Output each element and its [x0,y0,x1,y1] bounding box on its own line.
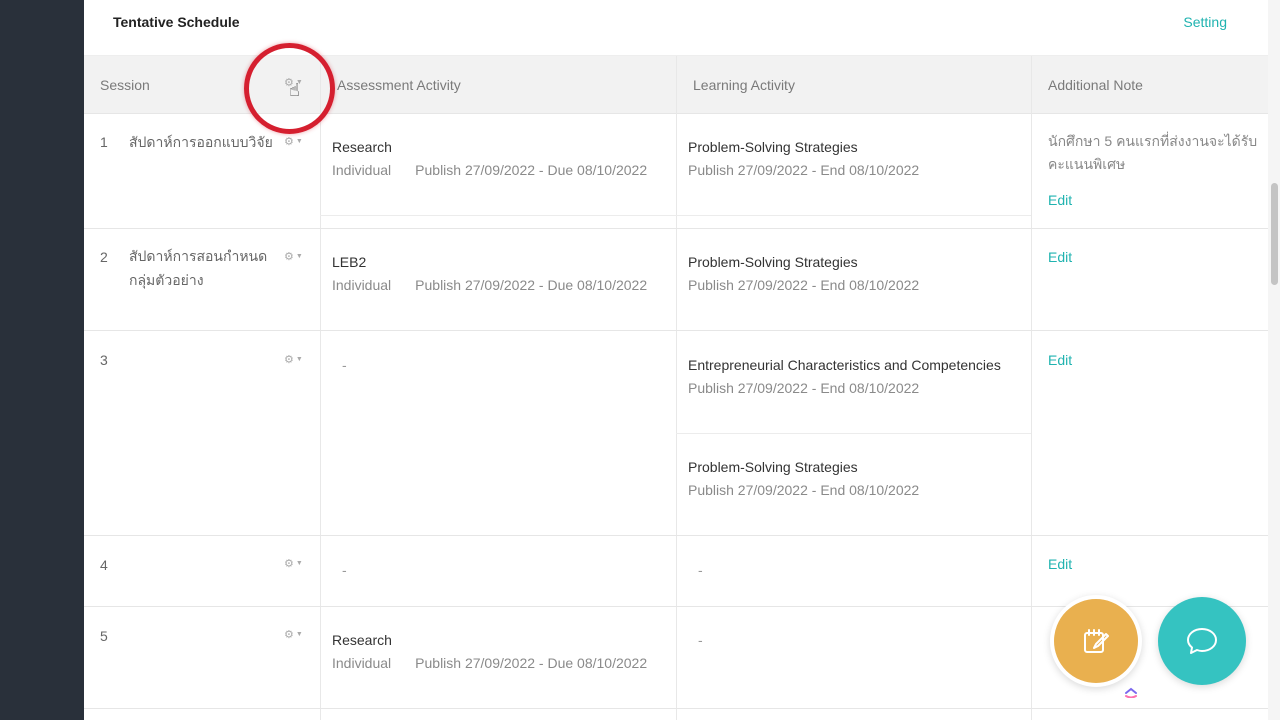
cell-divider [676,433,1031,434]
column-divider [320,56,321,720]
assessment-title[interactable]: Research [332,139,392,155]
assessment-type: Individual [332,655,392,671]
learning-title[interactable]: Problem-Solving Strategies [688,254,858,270]
learning-dates: Publish 27/09/2022 - End 08/10/2022 [688,277,920,293]
chevron-down-icon: ▼ [295,560,303,567]
assessment-type: Individual [332,277,392,293]
assessment-type: Individual [332,162,392,178]
assessment-empty: - [342,357,347,373]
gear-icon: ⚙ [284,251,294,263]
assessment-meta: Individual Publish 27/09/2022 - Due 08/10… [332,655,647,671]
learning-empty: - [698,562,703,578]
gear-icon: ⚙ [284,629,294,641]
session-number: 4 [100,557,108,573]
column-header-note: Additional Note [1048,77,1143,93]
assessment-meta: Individual Publish 27/09/2022 - Due 08/10… [332,162,647,178]
assessment-empty: - [342,562,347,578]
column-divider [676,56,677,720]
learning-title[interactable]: Problem-Solving Strategies [688,459,858,475]
chevron-down-icon: ▼ [295,356,303,363]
pencil-note-icon [1084,629,1109,653]
assessment-meta: Individual Publish 27/09/2022 - Due 08/10… [332,277,647,293]
assessment-title[interactable]: Research [332,632,392,648]
learning-dates: Publish 27/09/2022 - End 08/10/2022 [688,482,920,498]
edit-note-link[interactable]: Edit [1048,249,1072,265]
assessment-dates: Publish 27/09/2022 - Due 08/10/2022 [415,162,648,178]
chat-bubble-icon [1187,628,1217,654]
row-divider [84,228,1268,229]
gear-icon: ⚙ [284,136,294,148]
chat-button[interactable] [1158,597,1246,685]
scrollbar-track[interactable] [1268,0,1280,720]
column-header-assessment: Assessment Activity [337,77,461,93]
hand-cursor-icon: ☝ [289,80,300,100]
chevron-down-icon: ▼ [295,631,303,638]
additional-note: นักศึกษา 5 คนแรกที่ส่งงานจะได้รับคะแนนพิ… [1048,133,1258,172]
session-name: สัปดาห์การสอนกำหนดกลุ่มตัวอย่าง [129,248,268,288]
session-name: สัปดาห์การออกแบบวิจัย [129,134,273,150]
learning-dates: Publish 27/09/2022 - End 08/10/2022 [688,380,920,396]
session-number: 3 [100,352,108,368]
column-header-session: Session [100,77,150,93]
left-sidebar-rail [0,0,84,720]
note-edit-button[interactable] [1050,595,1142,687]
learning-title[interactable]: Entrepreneurial Characteristics and Comp… [688,357,1001,373]
row-divider [84,330,1268,331]
column-header-learning: Learning Activity [693,77,795,93]
session-number: 1 [100,134,108,150]
assessment-dates: Publish 27/09/2022 - Due 08/10/2022 [415,277,648,293]
gear-icon: ⚙ [284,558,294,570]
edit-note-link[interactable]: Edit [1048,352,1072,368]
scrollbar-thumb[interactable] [1271,183,1278,285]
row-gear-dropdown[interactable]: ⚙ ▼ [284,135,303,148]
column-divider [1031,56,1032,720]
panel-header: Tentative Schedule Setting [84,0,1268,56]
row-gear-dropdown[interactable]: ⚙ ▼ [284,250,303,263]
clickup-logo-icon [1125,687,1137,698]
gear-icon: ⚙ [284,354,294,366]
chevron-down-icon: ▼ [295,253,303,260]
assessment-dates: Publish 27/09/2022 - Due 08/10/2022 [415,655,648,671]
chevron-down-icon: ▼ [295,138,303,145]
edit-note-link[interactable]: Edit [1048,192,1072,208]
learning-title[interactable]: Problem-Solving Strategies [688,139,858,155]
session-number: 5 [100,628,108,644]
learning-empty: - [698,632,703,648]
cell-divider [320,215,1031,216]
row-gear-dropdown[interactable]: ⚙ ▼ [284,628,303,641]
setting-link[interactable]: Setting [1183,14,1227,30]
panel-title: Tentative Schedule [113,14,240,30]
session-number: 2 [100,249,108,265]
assessment-title[interactable]: LEB2 [332,254,366,270]
learning-dates: Publish 27/09/2022 - End 08/10/2022 [688,162,920,178]
row-divider [84,535,1268,536]
row-gear-dropdown[interactable]: ⚙ ▼ [284,353,303,366]
row-divider [84,708,1268,709]
row-gear-dropdown[interactable]: ⚙ ▼ [284,557,303,570]
edit-note-link[interactable]: Edit [1048,556,1072,572]
